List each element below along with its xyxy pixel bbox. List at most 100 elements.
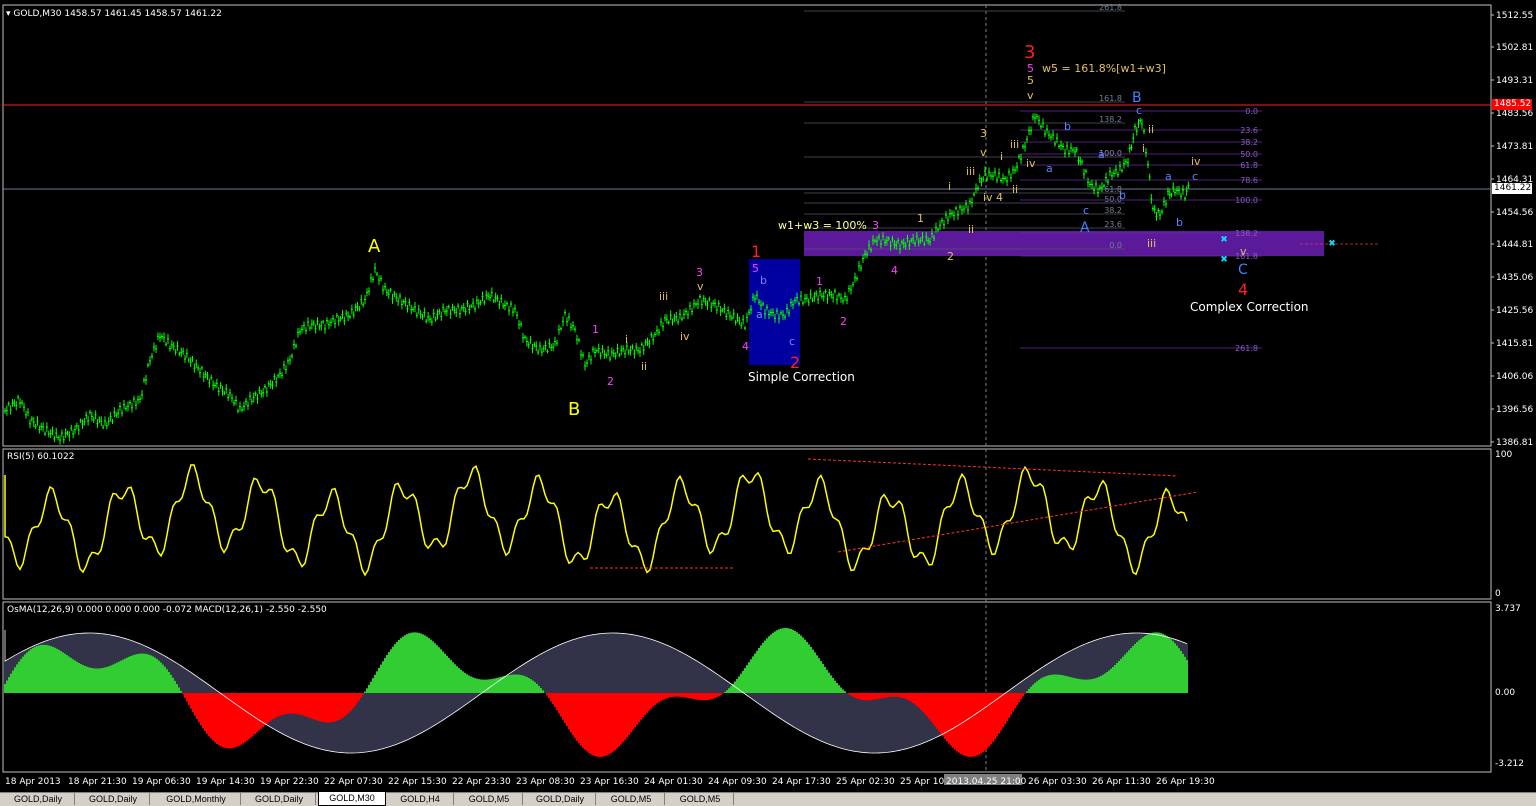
complex-correction-label: Complex Correction [1190,300,1309,314]
fib-ext-label: 78.6 [1240,176,1258,185]
fib-ext-label: 100.0 [1235,196,1258,205]
wave-sublabel: iv [983,191,993,204]
wave-sublabel: iii [1010,138,1019,151]
fib-ext-label: 61.8 [1240,161,1258,170]
wave-sublabel: ii [1012,183,1018,196]
tab-gold-h4[interactable]: GOLD,H4 [387,793,454,805]
main-panel-frame [2,4,1492,447]
time-tick-label: 25 Apr 02:30 [836,777,895,787]
wave-sublabel: 4 [891,264,898,277]
wave-sublabel: v [1027,89,1034,102]
wave-sublabel: 1 [917,212,924,225]
price-tick-label: 1396.56 [1496,405,1533,415]
wave-sublabel: 5 [1027,74,1034,87]
time-tick-label: 25 Apr 10: [900,777,947,787]
wave-sublabel: 4 [996,191,1003,204]
wave-sublabel: 4 [742,340,749,353]
tab-gold-daily[interactable]: GOLD,Daily [525,793,596,805]
wave-sublabel: a [1165,170,1172,183]
fib-level-label: 161.8 [1099,94,1122,103]
rsi-header: RSI(5) 60.1022 [7,452,75,462]
fib-level-label: 261.8 [1099,3,1122,12]
wave-sublabel: 5 [752,262,759,275]
cyan-marker-icon: ✖ [1220,235,1228,245]
time-tick-label: 24 Apr 09:30 [708,777,767,787]
time-tick-label: 19 Apr 06:30 [132,777,191,787]
wave-sublabel: 3 [696,266,703,279]
wave-sublabel: iv [1191,155,1201,168]
symbol-quote: GOLD,M30 1458.57 1461.45 1458.57 1461.22 [13,9,222,19]
price-tick-label: 1406.06 [1496,372,1533,382]
wave-label-C-cap: C [1238,262,1248,278]
fib-level-label: 38.2 [1104,206,1122,215]
time-tick-label: 26 Apr 11:30 [1092,777,1151,787]
wave-sublabel: b [1119,189,1126,202]
price-tick-label: 1415.81 [1496,339,1533,349]
time-tick-label: 22 Apr 07:30 [324,777,383,787]
fib-level-label: 23.6 [1104,220,1122,229]
wave-sublabel: 3 [980,127,987,140]
wave-sublabel: c [1192,170,1198,183]
fib-ext-label: 23.6 [1240,126,1258,135]
fib-ext-label: 261.8 [1235,344,1258,353]
wave-sublabel: i [1000,150,1003,163]
wave-sublabel: iii [1147,237,1156,250]
wave-sublabel: i [948,180,951,193]
wave-sublabel: 2 [840,315,847,328]
tab-gold-daily[interactable]: GOLD,Daily [2,793,75,805]
tab-gold-m5[interactable]: GOLD,M5 [456,793,523,805]
cyan-marker-icon: ✖ [1328,239,1336,249]
wave-sublabel: 2 [607,375,614,388]
rsi-axis-bottom: 0 [1495,589,1501,599]
osma-axis-top: 3.737 [1495,604,1521,614]
price-tick-label: 1386.81 [1496,438,1533,448]
tab-gold-m30[interactable]: GOLD,M30 [318,792,386,806]
dropdown-arrow-icon[interactable]: ▾ [6,9,11,19]
price-tick-label: 1473.81 [1496,142,1533,152]
wave-label-A: A [368,236,381,257]
time-tick-label: 18 Apr 21:30 [68,777,127,787]
tab-gold-m5[interactable]: GOLD,M5 [667,793,734,805]
wave-label-A-cap: A [1080,220,1090,236]
fib-ext-label: 0.0 [1245,107,1258,116]
fib-level-label: 138.2 [1099,115,1122,124]
wave-sublabel: a [1046,162,1053,175]
time-tick-label: 19 Apr 22:30 [260,777,319,787]
time-tick-label: 23 Apr 08:30 [516,777,575,787]
w1w3-annotation: w1+w3 = 100% [778,219,867,232]
wave-sublabel: iv [680,330,690,343]
price-tick-label: 1425.56 [1496,306,1533,316]
wave-sublabel: ii [1148,123,1154,136]
tab-gold-daily[interactable]: GOLD,Daily [77,793,150,805]
osma-axis-bottom: -3.212 [1495,759,1525,769]
wave-sublabel: v [697,280,704,293]
wave-sublabel: iii [659,290,668,303]
wave-sublabel: ii [641,360,647,373]
wave-sublabel: iii [966,165,975,178]
red-line-price-tag: 1485.52 [1494,99,1532,109]
w5-annotation: w5 = 161.8%[w1+w3] [1042,62,1166,75]
wave-sublabel: v [980,146,987,159]
cyan-marker-icon: ✖ [1220,255,1228,265]
wave-sublabel: i [625,333,628,346]
wave-sublabel: 1 [592,323,599,336]
wave-sublabel: b [1064,120,1071,133]
tab-gold-monthly[interactable]: GOLD,Monthly [152,793,241,805]
price-tick-label: 1493.31 [1496,76,1533,86]
tab-gold-m5[interactable]: GOLD,M5 [598,793,665,805]
simple-correction-label: Simple Correction [748,370,855,384]
wave-sublabel: 3 [872,219,879,232]
time-tick-label: 18 Apr 2013 [5,777,61,787]
rsi-trendline [807,458,1179,477]
price-tick-label: 1512.55 [1496,11,1533,21]
chart-canvas[interactable]: 261.8161.8138.2100.061.850.038.223.60.00… [0,0,1536,792]
wave-sublabel: c [1083,204,1089,217]
chart-header: ▾ GOLD,M30 1458.57 1461.45 1458.57 1461.… [6,9,222,19]
chart-tabs-bar: GOLD,Daily GOLD,Daily GOLD,Monthly GOLD,Dai… [0,792,1536,806]
time-tick-label: 26 Apr 19:30 [1156,777,1215,787]
tab-gold-daily[interactable]: GOLD,Daily [243,793,316,805]
wave-sublabel: c [789,335,795,348]
wave-sublabel: v [1240,245,1247,258]
wave-sublabel: 1 [816,275,823,288]
current-price-tag: 1461.22 [1494,183,1532,193]
